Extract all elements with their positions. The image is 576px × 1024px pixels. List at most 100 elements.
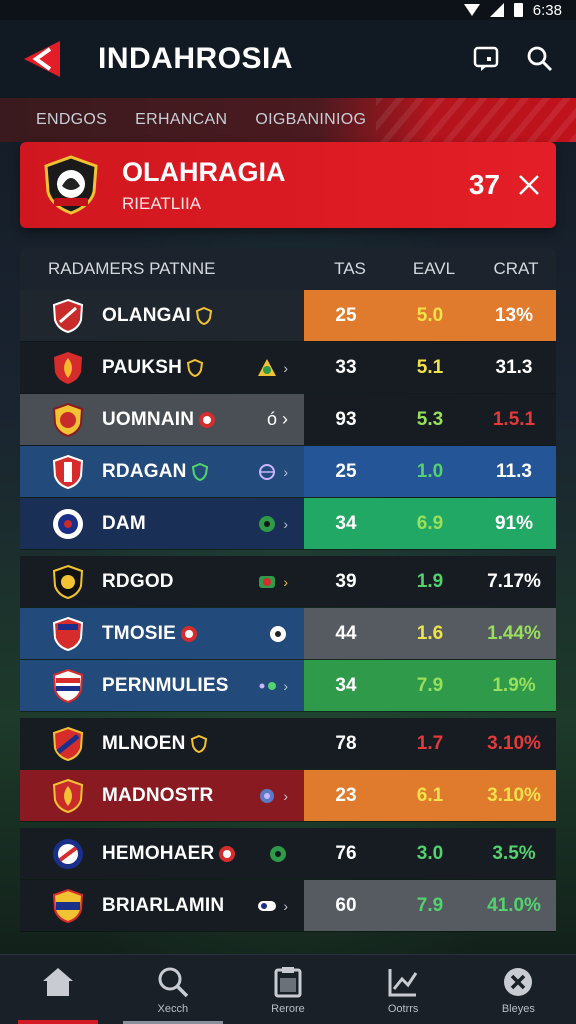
cell-value: 5.3: [416, 408, 444, 430]
ball-icon: [259, 515, 276, 532]
search-button[interactable]: [524, 43, 556, 75]
nav-reports[interactable]: Rerore: [238, 955, 338, 1024]
team-crest-icon: [52, 778, 84, 813]
cell-value: 34: [335, 674, 357, 696]
cell-value: 34: [335, 512, 357, 534]
league-badge-icon: [259, 575, 276, 588]
cell-value: 6.9: [416, 512, 444, 534]
header-col3[interactable]: CRAT: [476, 259, 556, 279]
cell-value: 7.9: [416, 894, 444, 916]
cell-value: 11.3: [496, 460, 532, 482]
table-row[interactable]: RDAGAN › 25 1.0 11.3: [20, 446, 556, 498]
team-name: BRIARLAMIN: [102, 894, 225, 916]
team-name: HEMOHAER: [102, 842, 215, 864]
team-crest-icon: [52, 298, 84, 333]
team-crest-icon: [53, 508, 83, 539]
table-group: MLNOEN 78 1.7 3.10% MADNOSTR › 23 6.1 3.…: [20, 718, 556, 822]
globe-icon: [260, 788, 275, 803]
cell-value: 33: [335, 356, 357, 378]
team-crest-icon: [52, 888, 84, 923]
team-name: PAUKSH: [102, 356, 183, 378]
table-header: RADAMERS PATNNE TAS EAVL CRAT: [20, 248, 556, 290]
table-row[interactable]: PAUKSH › 33 5.1 31.3: [20, 342, 556, 394]
hero-score: 37: [468, 169, 500, 200]
chat-button[interactable]: [470, 43, 502, 75]
chevron-right-icon: ›: [283, 573, 288, 590]
table-group: OLANGAI 25 5.0 13% PAUKSH › 33 5.1 31.3 …: [20, 290, 556, 550]
cell-value: 7.9: [416, 674, 444, 696]
back-button[interactable]: [20, 37, 64, 81]
table-row[interactable]: RDGOD › 39 1.9 7.17%: [20, 556, 556, 608]
shield-icon: [190, 734, 207, 753]
table-row[interactable]: MLNOEN 78 1.7 3.10%: [20, 718, 556, 770]
table-row[interactable]: BRIARLAMIN › 60 7.9 41.0%: [20, 880, 556, 932]
header-col2[interactable]: EAVL: [392, 259, 476, 279]
cell-value: 1.5.1: [492, 408, 536, 430]
table-row[interactable]: OLANGAI 25 5.0 13%: [20, 290, 556, 342]
cell-value: 1.44%: [487, 622, 541, 644]
team-name: RDGOD: [102, 570, 174, 592]
bottom-navigation: Xecch Rerore Ootrrs Bleyes: [0, 954, 576, 1024]
hero-subtitle: RIEATLIIA: [122, 193, 202, 213]
table-group: HEMOHAER 76 3.0 3.5% BRIARLAMIN › 60 7.9…: [20, 828, 556, 932]
chevron-right-icon: ›: [283, 677, 288, 694]
table-row[interactable]: DAM › 34 6.9 91%: [20, 498, 556, 550]
signal-icon: [489, 3, 504, 17]
cell-value: 7.17%: [487, 570, 541, 592]
ball-icon: [270, 845, 286, 862]
cell-value: 39: [335, 570, 357, 592]
cell-value: 91%: [494, 512, 534, 534]
team-crest-icon: [54, 351, 82, 384]
tab-decoration: [376, 98, 576, 142]
nav-stats[interactable]: Ootrrs: [353, 955, 453, 1024]
chevron-right-icon: ›: [283, 787, 288, 804]
team-name: MLNOEN: [102, 732, 186, 754]
table-group: RDGOD › 39 1.9 7.17% TMOSIE 44 1.6 1.44%…: [20, 556, 556, 712]
table-row[interactable]: HEMOHAER 76 3.0 3.5%: [20, 828, 556, 880]
tab-2[interactable]: OIGBANINIOG: [255, 111, 366, 129]
globe-icon: [259, 463, 276, 480]
chevron-right-icon: ›: [283, 515, 288, 532]
nav-players[interactable]: Bleyes: [468, 955, 568, 1024]
ball-icon: [270, 625, 286, 642]
table-row[interactable]: MADNOSTR › 23 6.1 3.10%: [20, 770, 556, 822]
tab-0[interactable]: ENDGOS: [36, 111, 107, 129]
table-row[interactable]: UOMNAIN ó › 93 5.3 1.5.1: [20, 394, 556, 446]
league-badge-icon: [258, 358, 277, 376]
cell-value: 25: [335, 304, 357, 326]
chevron-right-icon: ›: [283, 897, 288, 914]
cell-value: 44: [335, 622, 357, 644]
cell-value: 3.5%: [492, 842, 536, 864]
shield-icon: [195, 306, 213, 325]
team-name: UOMNAIN: [102, 408, 195, 430]
close-circle-icon: [504, 967, 533, 996]
cell-value: 41.0%: [487, 894, 541, 916]
table-row[interactable]: PERNMULIES › 34 7.9 1.9%: [20, 660, 556, 712]
team-crest-icon: [44, 155, 98, 215]
nav-label: Rerore: [271, 1002, 305, 1015]
shield-icon: [191, 462, 208, 481]
clipboard-icon: [274, 966, 302, 997]
nav-search[interactable]: Xecch: [122, 955, 223, 1024]
cell-value: 13%: [494, 304, 534, 326]
nav-home[interactable]: [8, 955, 108, 1024]
team-crest-icon: [52, 402, 84, 437]
cell-value: 1.9: [416, 570, 444, 592]
header-col1[interactable]: TAS: [308, 259, 392, 279]
chat-icon: [473, 46, 499, 71]
team-name: PERNMULIES: [102, 674, 229, 696]
team-name: MADNOSTR: [102, 784, 214, 806]
battery-icon: [513, 3, 523, 17]
tab-1[interactable]: ERHANCAN: [135, 111, 227, 129]
close-icon[interactable]: [516, 172, 542, 198]
standings-table: RADAMERS PATNNE TAS EAVL CRAT OLANGAI 25…: [20, 248, 556, 932]
team-crest-icon: [52, 726, 84, 761]
cell-value: 6.1: [416, 784, 444, 806]
table-row[interactable]: TMOSIE 44 1.6 1.44%: [20, 608, 556, 660]
team-crest-icon: [52, 454, 84, 489]
cell-value: 3.10%: [487, 784, 541, 806]
search-icon: [527, 46, 553, 72]
featured-team-card[interactable]: OLAHRAGIA RIEATLIIA 37: [20, 142, 556, 228]
badge-icon: [199, 411, 216, 428]
badge-icon: [181, 625, 198, 642]
